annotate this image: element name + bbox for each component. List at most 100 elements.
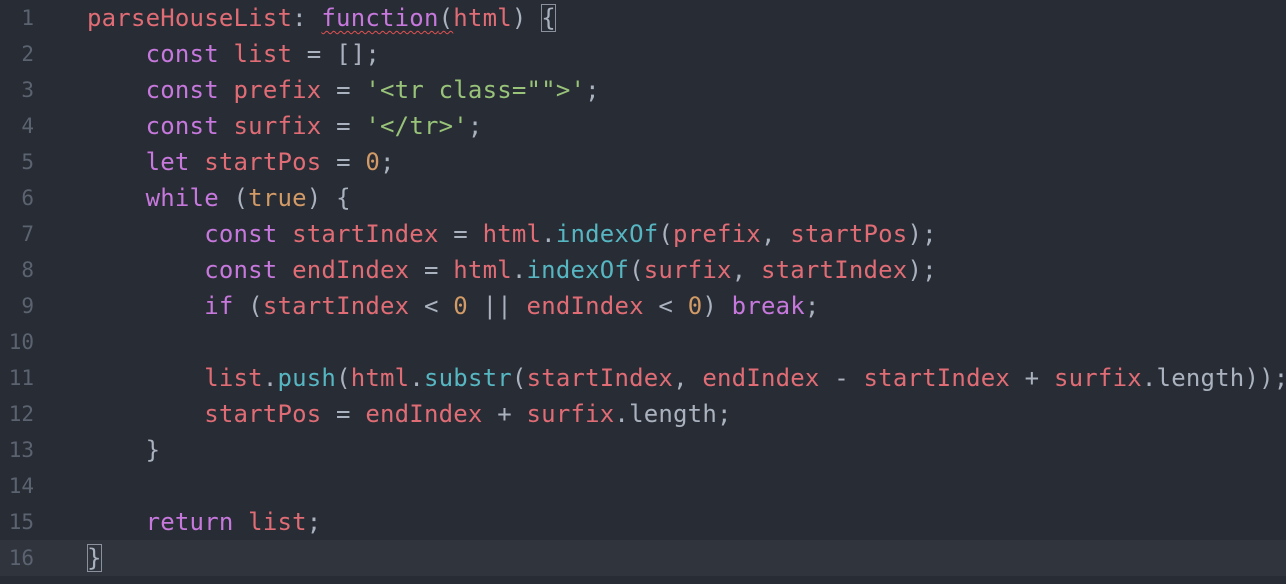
code-token: const	[145, 76, 219, 104]
code-token: return	[145, 508, 234, 536]
code-content: const prefix = '<tr class="">';	[87, 72, 600, 108]
code-token: if	[204, 292, 234, 320]
code-token: {	[541, 4, 556, 32]
line-number: 1	[21, 6, 34, 30]
code-token: endIndex	[292, 256, 410, 284]
code-token: ||	[467, 292, 527, 320]
code-token: push	[277, 364, 337, 392]
code-line[interactable]: 5 let startPos = 0;	[0, 144, 1286, 180]
line-number: 13	[8, 438, 34, 462]
code-token: list	[248, 508, 307, 536]
code-token: .	[409, 364, 424, 392]
code-token: <	[643, 292, 688, 320]
code-token: const	[204, 220, 278, 248]
code-token: ,	[760, 220, 791, 248]
code-token: <	[409, 292, 454, 320]
code-token: );	[907, 220, 937, 248]
code-token: html	[350, 364, 410, 392]
line-number: 9	[21, 294, 34, 318]
code-token: surfix	[233, 112, 322, 140]
code-line[interactable]: 1 parseHouseList: function(html) {	[0, 0, 1286, 36]
code-token: prefix	[673, 220, 761, 248]
code-token: startIndex	[292, 220, 439, 248]
line-number: 4	[21, 114, 34, 138]
code-token: prefix	[233, 76, 322, 104]
line-number: 3	[21, 78, 34, 102]
code-line[interactable]: 15 return list;	[0, 504, 1286, 540]
code-token: .	[541, 220, 556, 248]
code-line[interactable]: 13 }	[0, 432, 1286, 468]
code-token: 0	[687, 292, 703, 320]
line-number: 10	[8, 330, 34, 354]
code-token: substr	[424, 364, 512, 392]
code-content: const list = [];	[87, 36, 380, 72]
code-line[interactable]: 10	[0, 324, 1286, 360]
code-token: =	[409, 256, 454, 284]
code-content: parseHouseList: function(html) {	[87, 0, 556, 36]
code-line[interactable]: 7 const startIndex = html.indexOf(prefix…	[0, 216, 1286, 252]
code-token: (	[233, 292, 263, 320]
code-token: ;	[380, 148, 395, 176]
line-number: 2	[21, 42, 34, 66]
code-token: indexOf	[526, 256, 630, 284]
code-line[interactable]: 14	[0, 468, 1286, 504]
code-token: startIndex	[863, 364, 1011, 392]
code-token: surfix	[643, 256, 732, 284]
code-token: function	[321, 4, 439, 32]
code-line[interactable]: 11 list.push(html.substr(startIndex, end…	[0, 360, 1286, 396]
code-token: length	[629, 400, 717, 428]
code-token: surfix	[1053, 364, 1142, 392]
code-token: '</tr>'	[365, 112, 468, 140]
code-line[interactable]: 6 while (true) {	[0, 180, 1286, 216]
code-token: html	[453, 4, 512, 32]
code-token: ;	[804, 292, 820, 320]
line-number: 5	[21, 150, 34, 174]
code-token: =	[438, 220, 483, 248]
code-token: (	[438, 4, 454, 32]
code-token: .	[262, 364, 278, 392]
line-number: 8	[21, 258, 34, 282]
code-token: endIndex	[702, 364, 820, 392]
line-number: 12	[8, 402, 34, 426]
code-token: break	[731, 292, 805, 320]
code-token: -	[819, 364, 864, 392]
code-token: list	[233, 40, 293, 68]
code-token: 0	[453, 292, 468, 320]
code-token: let	[145, 148, 190, 176]
code-line[interactable]: 4 const surfix = '</tr>';	[0, 108, 1286, 144]
code-content: list.push(html.substr(startIndex, endInd…	[87, 360, 1286, 396]
code-content: }	[87, 432, 160, 468]
code-token: =	[321, 148, 366, 176]
code-token: ) {	[306, 184, 351, 212]
code-token: list	[204, 364, 263, 392]
code-line[interactable]: 9 if (startIndex < 0 || endIndex < 0) br…	[0, 288, 1286, 324]
code-line[interactable]: 12 startPos = endIndex + surfix.length;	[0, 396, 1286, 432]
code-line[interactable]: 16}	[0, 540, 1286, 576]
code-line[interactable]: 8 const endIndex = html.indexOf(surfix, …	[0, 252, 1286, 288]
code-token: true	[248, 184, 307, 212]
line-number: 7	[21, 222, 34, 246]
code-token: 0	[365, 148, 381, 176]
code-line[interactable]: 3 const prefix = '<tr class="">';	[0, 72, 1286, 108]
line-number: 6	[21, 186, 34, 210]
code-token: ;	[716, 400, 732, 428]
code-content: }	[87, 540, 102, 576]
code-token: startIndex	[760, 256, 908, 284]
code-content: let startPos = 0;	[87, 144, 395, 180]
code-editor[interactable]: 1 parseHouseList: function(html) {2 const…	[0, 0, 1286, 584]
code-token: .	[1141, 364, 1157, 392]
code-token: .	[511, 256, 527, 284]
code-content: const surfix = '</tr>';	[87, 108, 483, 144]
code-token: (	[218, 184, 249, 212]
code-line[interactable]: 2 const list = [];	[0, 36, 1286, 72]
